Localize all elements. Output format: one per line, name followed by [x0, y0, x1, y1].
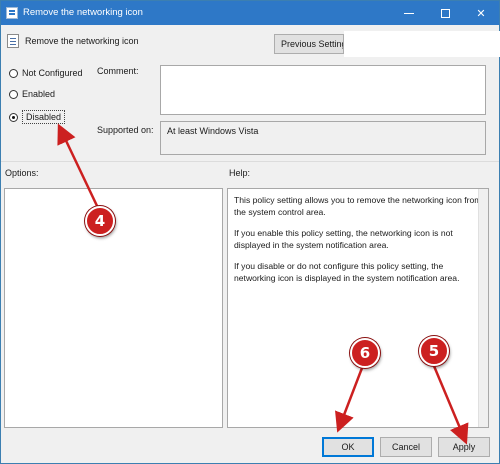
next-setting-area [344, 31, 500, 57]
radio-disabled[interactable]: Disabled [9, 110, 66, 124]
window-title: Remove the networking icon [23, 7, 143, 18]
step-marker-4: 4 [85, 206, 115, 236]
radio-enabled-control[interactable] [9, 89, 18, 99]
maximize-icon [440, 8, 450, 18]
radio-not-configured-label: Not Configured [22, 68, 83, 78]
radio-not-configured-control[interactable] [9, 68, 18, 78]
radio-disabled-label: Disabled [22, 110, 66, 124]
title-bar[interactable]: Remove the networking icon ✕ [1, 1, 499, 25]
help-paragraph: If you enable this policy setting, the n… [234, 228, 453, 250]
help-scrollbar[interactable] [478, 189, 488, 427]
help-pane: This policy setting allows you to remove… [227, 188, 489, 428]
close-icon: ✕ [476, 6, 486, 20]
divider [1, 161, 499, 162]
help-paragraph: This policy setting allows you to remove… [234, 195, 482, 217]
previous-setting-button[interactable]: Previous Setting [274, 34, 344, 54]
help-paragraph: If you disable or do not configure this … [234, 261, 460, 283]
help-label: Help: [229, 168, 251, 178]
comment-label: Comment: [97, 66, 139, 76]
close-button[interactable]: ✕ [463, 1, 499, 25]
minimize-button[interactable] [391, 1, 427, 25]
supported-on-value: At least Windows Vista [160, 121, 486, 155]
policy-setting-icon [7, 34, 19, 48]
policy-window-icon [6, 7, 18, 19]
cancel-button[interactable]: Cancel [380, 437, 432, 457]
ok-button[interactable]: OK [322, 437, 374, 457]
radio-enabled-label: Enabled [22, 89, 56, 99]
policy-dialog-window: Remove the networking icon ✕ Remove the … [0, 0, 500, 464]
supported-on-label: Supported on: [97, 125, 154, 135]
policy-name: Remove the networking icon [25, 36, 139, 46]
minimize-icon [404, 12, 414, 14]
options-label: Options: [5, 168, 39, 178]
apply-button[interactable]: Apply [438, 437, 490, 457]
maximize-button[interactable] [427, 1, 463, 25]
comment-field[interactable] [160, 65, 486, 115]
step-marker-5: 5 [419, 336, 449, 366]
radio-not-configured[interactable]: Not Configured [9, 68, 83, 78]
radio-disabled-control[interactable] [9, 112, 18, 122]
step-marker-6: 6 [350, 338, 380, 368]
radio-enabled[interactable]: Enabled [9, 89, 55, 99]
